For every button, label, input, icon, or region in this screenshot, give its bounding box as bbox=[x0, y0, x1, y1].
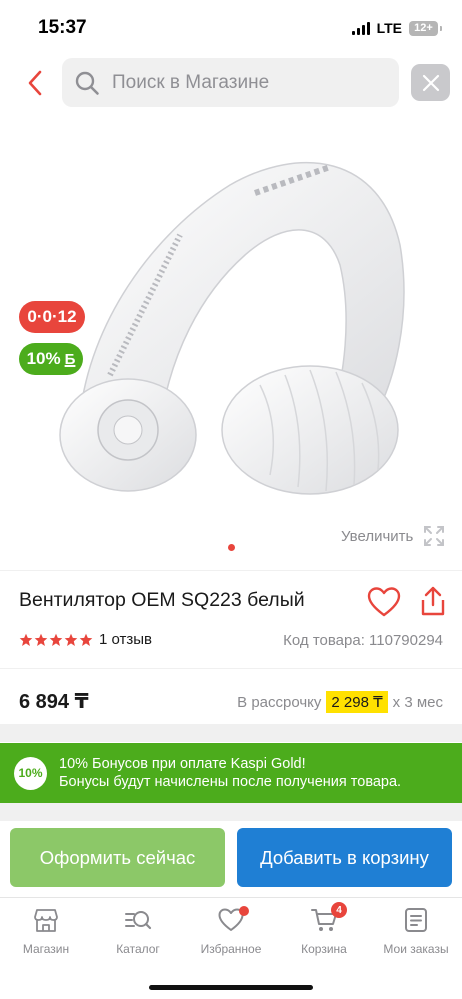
share-icon[interactable] bbox=[420, 585, 446, 617]
tab-label: Корзина bbox=[301, 942, 347, 956]
tab-catalog[interactable]: Каталог bbox=[93, 906, 183, 956]
rating-stars bbox=[19, 633, 93, 647]
tab-label: Избранное bbox=[200, 942, 262, 956]
checkout-button[interactable]: Оформить сейчас bbox=[10, 828, 225, 887]
product-code: Код товара: 110790294 bbox=[283, 632, 443, 649]
tab-bar: Магазин Каталог Избранное 4 Корзина Мои … bbox=[0, 897, 462, 999]
add-to-cart-button[interactable]: Добавить в корзину bbox=[237, 828, 452, 887]
installment-prefix: В рассрочку bbox=[237, 693, 322, 711]
status-indicators: LTE 12+ bbox=[351, 20, 442, 36]
catalog-search-icon bbox=[125, 911, 152, 930]
orders-icon bbox=[405, 908, 427, 932]
store-icon bbox=[34, 909, 58, 932]
star-icon bbox=[64, 633, 78, 646]
chevron-left-icon bbox=[28, 70, 42, 96]
zoom-label: Увеличить bbox=[341, 527, 414, 545]
installment-badge: 0·0·12 bbox=[19, 301, 85, 333]
tab-label: Каталог bbox=[116, 942, 160, 956]
installment-info: В рассрочку 2 298 ₸ х 3 мес bbox=[237, 691, 443, 713]
bonus-badge: 10% Б bbox=[19, 343, 83, 375]
close-icon bbox=[422, 74, 439, 91]
search-input[interactable] bbox=[112, 71, 372, 94]
tab-cart[interactable]: 4 Корзина bbox=[279, 902, 369, 956]
star-icon bbox=[34, 633, 48, 646]
product-title: Вентилятор OEM SQ223 белый bbox=[19, 589, 305, 611]
bonus-banner[interactable]: 10% 10% Бонусов при оплате Kaspi Gold! Б… bbox=[0, 743, 462, 803]
status-bar: 15:37 LTE 12+ bbox=[0, 0, 462, 56]
favorite-heart-icon[interactable] bbox=[367, 586, 401, 618]
installment-amount: 2 298 ₸ bbox=[326, 691, 388, 713]
bonus-badge-symbol: Б bbox=[64, 350, 76, 368]
divider bbox=[0, 570, 462, 571]
product-price: 6 894 ₸ bbox=[19, 691, 89, 713]
favorites-badge-dot bbox=[239, 906, 249, 916]
status-time: 15:37 bbox=[38, 17, 87, 38]
search-box[interactable] bbox=[62, 58, 399, 107]
bonus-badge-percent: 10% bbox=[26, 349, 61, 368]
tab-label: Мои заказы bbox=[383, 942, 449, 956]
tab-favorites[interactable]: Избранное bbox=[186, 906, 276, 956]
battery-icon: 12+ bbox=[409, 20, 442, 36]
star-icon bbox=[79, 633, 93, 646]
home-indicator bbox=[149, 985, 313, 990]
network-label: LTE bbox=[376, 20, 402, 36]
cart-badge-count: 4 bbox=[331, 902, 347, 918]
search-header bbox=[0, 58, 462, 108]
section-separator bbox=[0, 803, 462, 821]
gallery-pager-dot bbox=[228, 544, 235, 551]
section-separator bbox=[0, 724, 462, 742]
star-icon bbox=[49, 633, 63, 646]
reviews-link[interactable]: 1 отзыв bbox=[99, 631, 152, 648]
tab-label: Магазин bbox=[22, 942, 70, 956]
tab-orders[interactable]: Мои заказы bbox=[371, 906, 461, 956]
bonus-line-1: 10% Бонусов при оплате Kaspi Gold! bbox=[59, 756, 306, 772]
rating-row: 1 отзыв bbox=[19, 631, 152, 648]
bonus-circle: 10% bbox=[14, 756, 47, 790]
star-icon bbox=[19, 633, 33, 646]
installment-suffix: х 3 мес bbox=[392, 693, 443, 711]
product-image[interactable] bbox=[40, 125, 430, 505]
signal-icon bbox=[351, 21, 370, 35]
zoom-button[interactable]: Увеличить bbox=[341, 525, 445, 547]
bonus-text: 10% Бонусов при оплате Kaspi Gold! Бонус… bbox=[59, 755, 401, 791]
search-icon bbox=[75, 71, 99, 95]
close-button[interactable] bbox=[411, 64, 450, 101]
divider bbox=[0, 668, 462, 669]
bonus-line-2: Бонусы будут начислены после получения т… bbox=[59, 774, 402, 790]
expand-icon bbox=[424, 526, 445, 546]
tab-store[interactable]: Магазин bbox=[1, 906, 91, 956]
back-button[interactable] bbox=[20, 66, 50, 100]
